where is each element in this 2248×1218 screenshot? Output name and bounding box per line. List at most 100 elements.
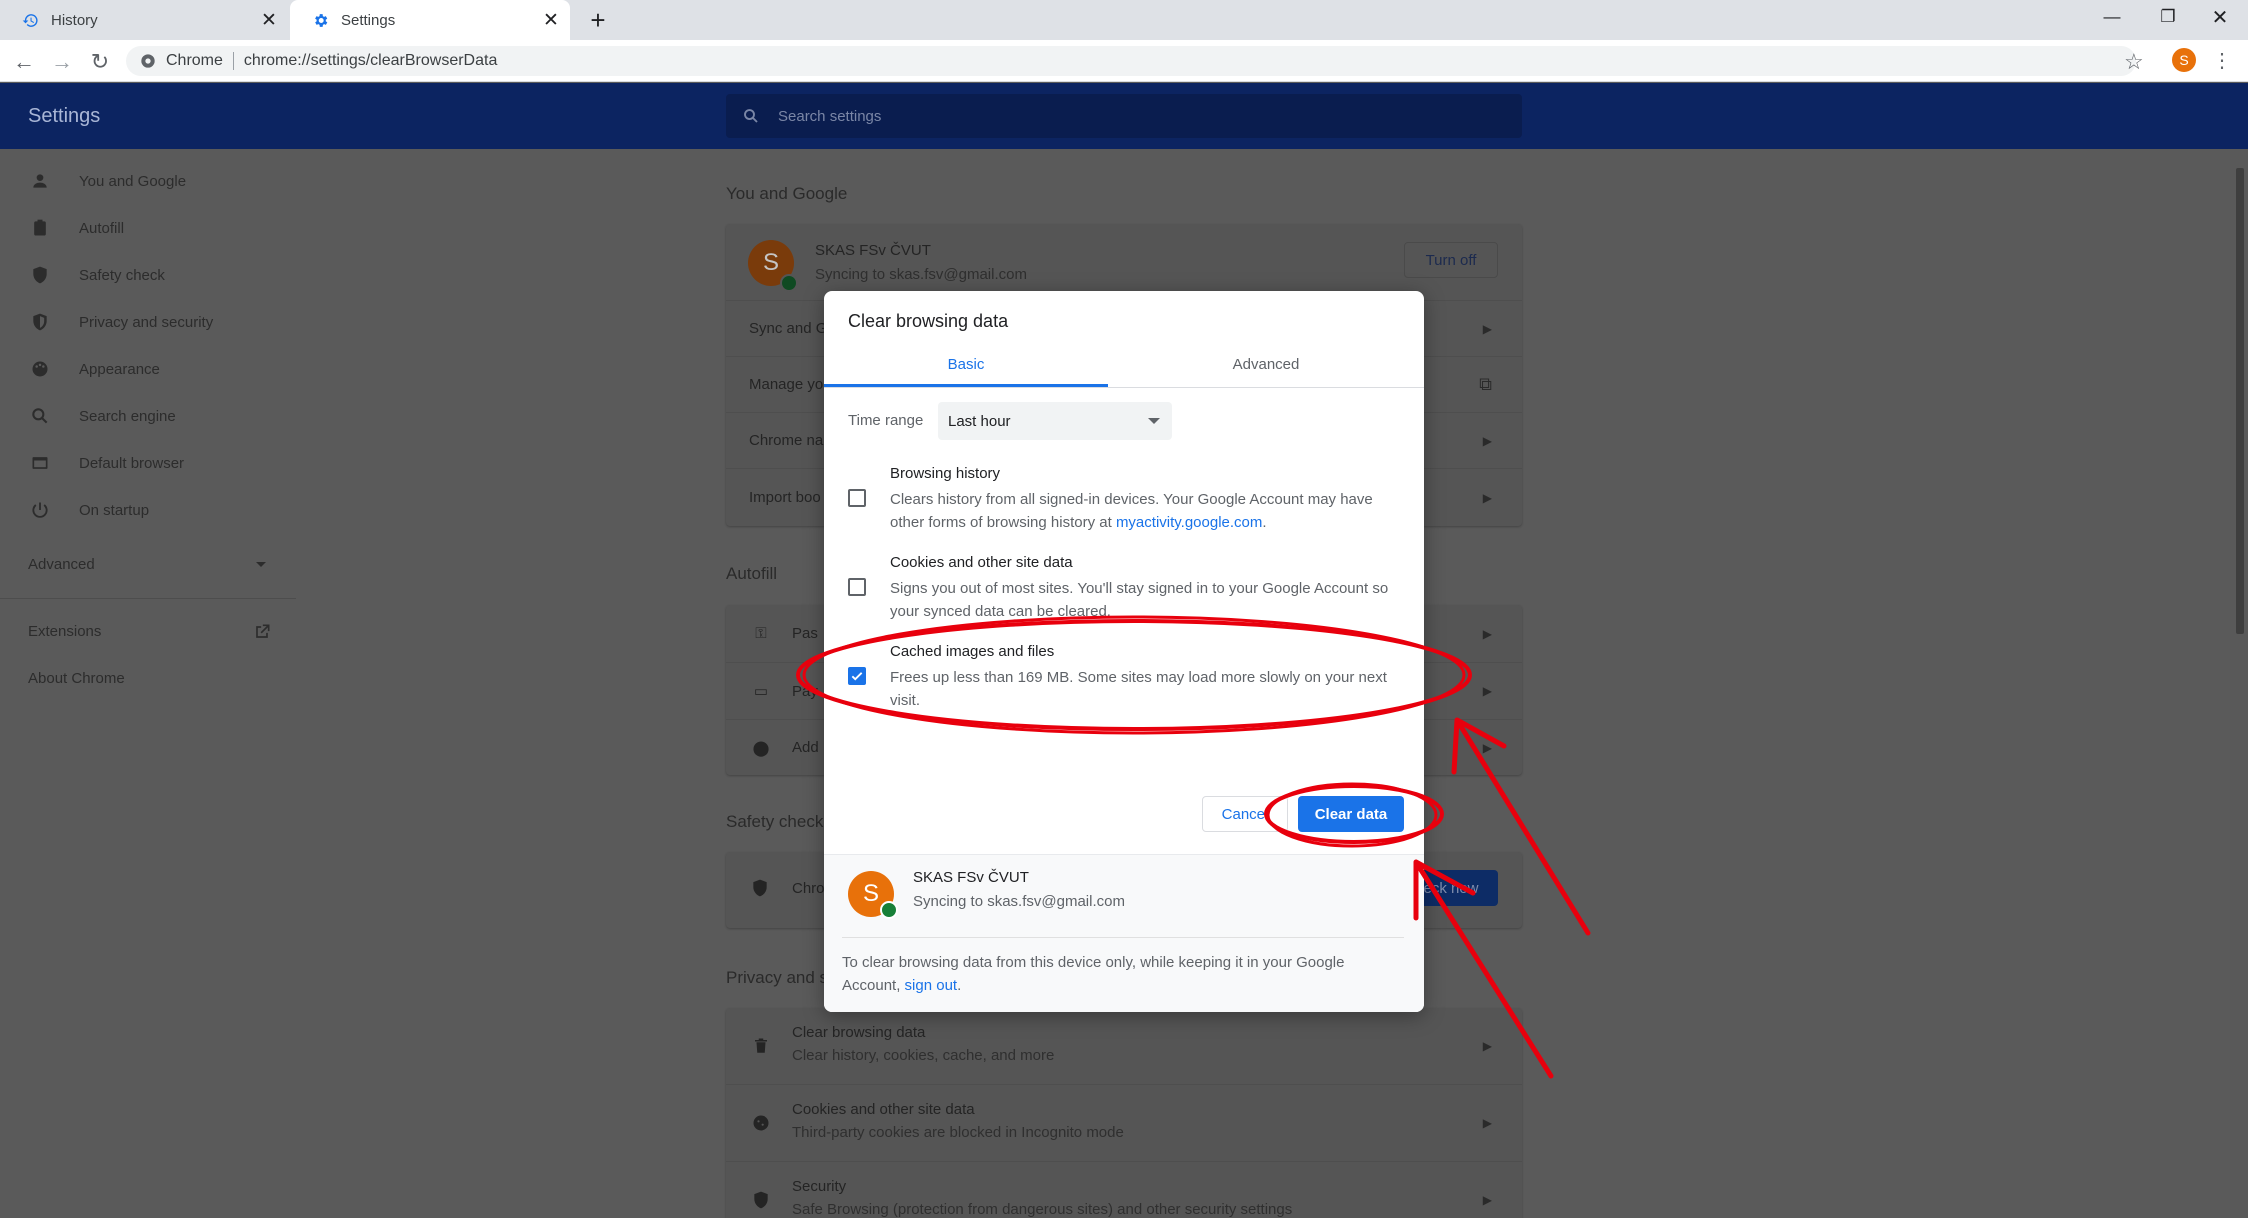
sidebar-item-label: You and Google xyxy=(79,172,187,190)
dropdown-caret-icon xyxy=(1148,418,1160,424)
option-desc-end: . xyxy=(1262,514,1267,531)
turn-off-button[interactable]: Turn off xyxy=(1404,242,1498,278)
footer-divider xyxy=(842,937,1404,938)
location-pin-icon: ⬤ xyxy=(752,739,770,757)
clear-browsing-data-row[interactable]: Clear browsing data Clear history, cookie… xyxy=(726,1008,1522,1084)
chevron-right-icon: ▶ xyxy=(1482,321,1492,336)
external-link-icon[interactable] xyxy=(252,622,272,647)
shield-check-icon xyxy=(29,264,51,286)
chrome-site-icon xyxy=(141,54,155,68)
security-row[interactable]: Security Safe Browsing (protection from d… xyxy=(726,1161,1522,1218)
sidebar-item-label: Autofill xyxy=(79,219,125,237)
forward-arrow-icon[interactable]: → xyxy=(48,48,76,76)
checkmark-icon xyxy=(851,672,863,681)
sidebar-item-safety-check[interactable]: Safety check xyxy=(0,252,296,298)
shield-icon xyxy=(29,311,51,333)
sidebar-item-privacy[interactable]: Privacy and security xyxy=(0,299,296,345)
chevron-down-icon[interactable] xyxy=(256,562,266,567)
clear-browsing-data-dialog: Clear browsing data Basic Advanced Time … xyxy=(824,291,1424,1012)
settings-sidebar: You and Google Autofill Safety check Pri… xyxy=(0,150,296,1218)
option-description: Signs you out of most sites. You'll stay… xyxy=(890,580,1389,620)
menu-kebab-icon[interactable]: ⋮ xyxy=(2212,48,2232,72)
chevron-right-icon: ▶ xyxy=(1482,1193,1492,1207)
tab-strip: History ✕ Settings ✕ + — ❐ ✕ xyxy=(0,0,2248,40)
person-icon xyxy=(29,170,51,192)
profile-avatar[interactable]: S xyxy=(2172,48,2196,72)
key-icon: ⚿ xyxy=(755,625,767,642)
row-text-block: Clear browsing data Clear history, cookie… xyxy=(792,1024,1054,1064)
settings-title: Settings xyxy=(28,105,101,127)
sidebar-item-default-browser[interactable]: Default browser xyxy=(0,440,296,486)
sidebar-advanced[interactable]: Advanced xyxy=(28,556,95,573)
clear-data-button[interactable]: Clear data xyxy=(1298,796,1404,832)
chevron-right-icon: ▶ xyxy=(1482,1116,1492,1130)
sidebar-item-label: Safety check xyxy=(79,266,165,284)
sidebar-item-search-engine[interactable]: Search engine xyxy=(0,393,296,439)
new-tab-plus-icon[interactable]: + xyxy=(584,5,612,35)
browsing-history-checkbox[interactable] xyxy=(848,489,866,507)
scrollbar-thumb[interactable] xyxy=(2236,168,2244,634)
chevron-right-icon: ▶ xyxy=(1482,1039,1492,1053)
tab-settings[interactable]: Settings ✕ xyxy=(290,0,570,40)
tab-settings-label: Settings xyxy=(341,11,396,29)
tab-history[interactable]: History ✕ xyxy=(0,0,288,40)
close-tab-history-icon[interactable]: ✕ xyxy=(258,9,280,31)
section-title-you-and-google: You and Google xyxy=(726,184,848,203)
bookmark-star-icon[interactable]: ☆ xyxy=(2124,49,2144,75)
time-range-select[interactable]: Last hour xyxy=(938,402,1172,440)
chevron-right-icon: ▶ xyxy=(1482,490,1492,505)
myactivity-link[interactable]: myactivity.google.com xyxy=(1116,514,1262,531)
search-icon xyxy=(29,405,51,427)
search-settings-input[interactable]: Search settings xyxy=(726,94,1522,138)
row-title: Security xyxy=(792,1178,847,1195)
minimize-icon[interactable]: — xyxy=(2088,0,2136,34)
tab-basic[interactable]: Basic xyxy=(824,341,1108,387)
trash-icon xyxy=(750,1035,772,1057)
reload-icon[interactable]: ↻ xyxy=(86,48,114,76)
dialog-title: Clear browsing data xyxy=(848,311,1009,331)
sidebar-divider xyxy=(0,598,296,599)
back-arrow-icon[interactable]: ← xyxy=(10,48,38,76)
cached-images-checkbox[interactable] xyxy=(848,667,866,685)
footer-note: To clear browsing data from this device … xyxy=(842,951,1402,997)
row-label: Pas xyxy=(792,625,818,642)
close-window-icon[interactable]: ✕ xyxy=(2196,0,2244,34)
footer-note-end: . xyxy=(957,977,962,994)
chevron-right-icon: ▶ xyxy=(1482,740,1492,755)
row-subtitle: Third-party cookies are blocked in Incog… xyxy=(792,1124,1124,1141)
row-subtitle: Safe Browsing (protection from dangerous… xyxy=(792,1201,1293,1218)
gear-icon xyxy=(312,12,329,29)
row-label: Sync and G xyxy=(749,320,828,337)
option-title: Cookies and other site data xyxy=(890,554,1073,571)
cookies-checkbox[interactable] xyxy=(848,578,866,596)
close-tab-settings-icon[interactable]: ✕ xyxy=(540,9,562,31)
sync-badge-icon xyxy=(780,274,798,292)
cookies-row[interactable]: Cookies and other site data Third-party c… xyxy=(726,1084,1522,1161)
search-icon xyxy=(744,109,758,123)
option-description: Frees up less than 169 MB. Some sites ma… xyxy=(890,669,1387,709)
row-title: Clear browsing data xyxy=(792,1024,926,1041)
tab-divider xyxy=(824,387,1424,388)
sidebar-about-chrome[interactable]: About Chrome xyxy=(28,670,125,687)
row-label: Pay xyxy=(792,682,818,700)
sidebar-item-autofill[interactable]: Autofill xyxy=(0,205,296,251)
shield-icon xyxy=(750,1189,772,1211)
sign-out-link[interactable]: sign out xyxy=(905,977,958,994)
restore-window-icon[interactable]: ❐ xyxy=(2144,0,2192,34)
search-placeholder: Search settings xyxy=(778,107,882,125)
history-icon xyxy=(22,12,39,29)
sidebar-item-label: Appearance xyxy=(79,360,160,378)
sidebar-item-on-startup[interactable]: On startup xyxy=(0,487,296,533)
sidebar-extensions[interactable]: Extensions xyxy=(28,623,101,640)
tab-advanced[interactable]: Advanced xyxy=(1124,341,1408,387)
account-name: SKAS FSv ČVUT xyxy=(815,242,931,259)
sidebar-item-you-and-google[interactable]: You and Google xyxy=(0,158,296,204)
cancel-button[interactable]: Cancel xyxy=(1202,796,1288,832)
clipboard-icon xyxy=(29,217,51,239)
address-bar[interactable]: Chrome chrome://settings/clearBrowserDat… xyxy=(126,46,2136,76)
footer-sync-status: Syncing to skas.fsv@gmail.com xyxy=(913,893,1125,910)
chevron-right-icon: ▶ xyxy=(1482,684,1492,698)
dialog-footer: S SKAS FSv ČVUT Syncing to skas.fsv@gmai… xyxy=(824,854,1424,1012)
sidebar-item-appearance[interactable]: Appearance xyxy=(0,346,296,392)
option-description: Clears history from all signed-in device… xyxy=(890,488,1400,534)
